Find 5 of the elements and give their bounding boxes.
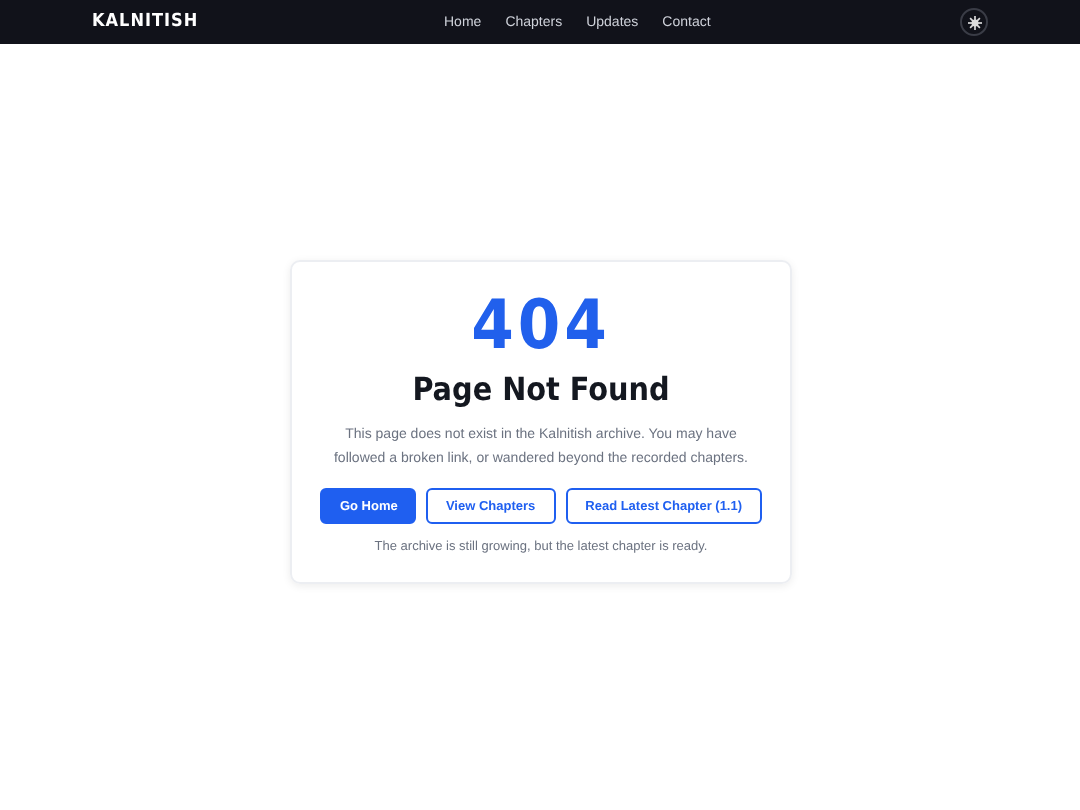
theme-toggle-button[interactable] xyxy=(960,8,988,36)
sun-icon xyxy=(967,15,981,29)
brand-logo[interactable]: KALNITISH xyxy=(92,12,199,32)
error-title: Page Not Found xyxy=(412,370,670,408)
error-code: 404 xyxy=(471,290,611,362)
